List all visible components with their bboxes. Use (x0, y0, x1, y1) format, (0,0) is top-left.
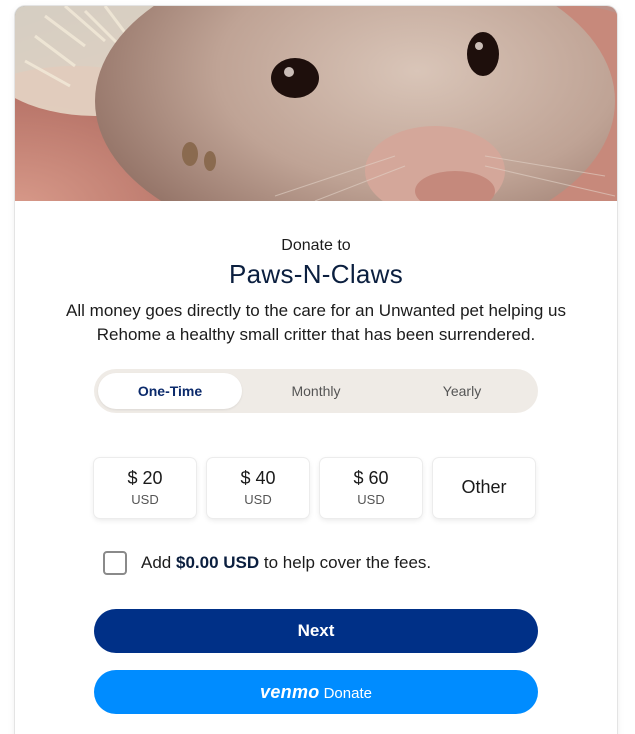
cover-fees-label: Add $0.00 USD to help cover the fees. (141, 553, 432, 572)
campaign-description: All money goes directly to the care for … (66, 301, 566, 344)
next-button[interactable]: Next (94, 609, 538, 653)
fee-amount: $0.00 USD (175, 553, 260, 572)
amount-currency: USD (131, 492, 159, 507)
amount-60-button[interactable]: $ 60 USD (320, 458, 422, 518)
venmo-logo: venmo (260, 682, 320, 702)
amount-value: $ 40 (240, 468, 276, 488)
frequency-selector: One-Time Monthly Yearly (94, 369, 538, 413)
organization-name: Paws-N-Claws (228, 259, 404, 289)
amount-value: $ 20 (127, 468, 163, 488)
tab-one-time[interactable]: One-Time (98, 373, 242, 409)
amount-40-button[interactable]: $ 40 USD (207, 458, 309, 518)
amount-value: $ 60 (353, 468, 389, 488)
donate-to-label: Donate to (281, 237, 351, 254)
donation-card: Donate to Paws-N-Claws All money goes di… (15, 6, 617, 734)
venmo-donate-label: Donate (323, 685, 372, 702)
venmo-donate-button[interactable]: venmo Donate (94, 670, 538, 714)
amount-value: Other (461, 477, 507, 497)
amount-currency: USD (244, 492, 272, 507)
amount-other-button[interactable]: Other (433, 458, 535, 518)
amount-options: $ 20 USD $ 40 USD $ 60 USD Other (94, 458, 538, 518)
amount-currency: USD (357, 492, 385, 507)
amount-20-button[interactable]: $ 20 USD (94, 458, 196, 518)
tab-yearly[interactable]: Yearly (390, 373, 534, 409)
cover-fees-checkbox[interactable] (103, 551, 127, 575)
hero-image (15, 6, 617, 201)
tab-monthly[interactable]: Monthly (244, 373, 388, 409)
